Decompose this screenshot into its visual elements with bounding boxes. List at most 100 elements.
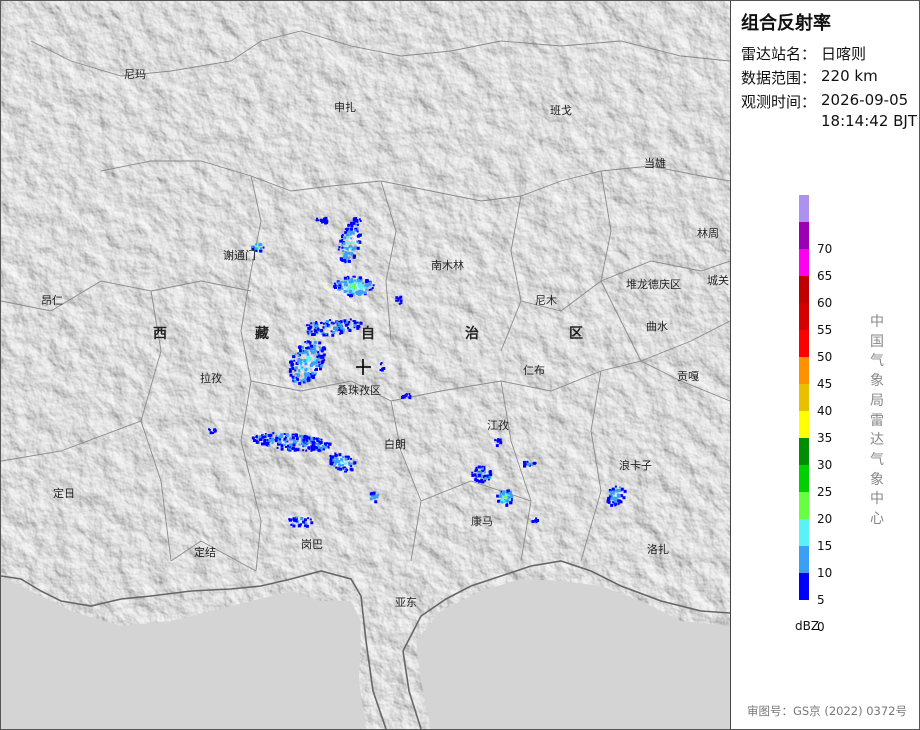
echo-pixel (262, 246, 265, 249)
echo-pixel (352, 255, 356, 259)
echo-pixel (523, 460, 526, 464)
echo-pixel (295, 373, 298, 376)
echo-pixel (342, 255, 346, 259)
echo-pixel (344, 261, 347, 264)
echo-pixel (319, 442, 322, 445)
echo-pixel (474, 470, 477, 473)
echo-pixel (495, 444, 499, 448)
echo-pixel (502, 499, 505, 502)
echo-pixel (342, 281, 345, 284)
echo-pixel (315, 364, 319, 368)
echo-pixel (358, 289, 362, 293)
echo-pixel (354, 229, 357, 232)
echo-pixel (352, 231, 355, 234)
echo-pixel (315, 219, 318, 222)
echo-pixel (334, 459, 338, 463)
echo-pixel (315, 437, 318, 440)
echo-pixel (321, 346, 325, 350)
echo-pixel (363, 291, 367, 295)
region-label-char: 西 (153, 326, 167, 342)
echo-pixel (330, 462, 334, 466)
echo-pixel (509, 493, 512, 496)
echo-pixel (261, 435, 265, 439)
echo-pixel (482, 467, 484, 470)
echo-pixel (369, 497, 373, 501)
echo-pixel (347, 326, 349, 329)
echo-pixel (297, 361, 300, 364)
echo-pixel (307, 376, 311, 380)
echo-pixel (299, 349, 302, 353)
echo-pixel (616, 496, 619, 499)
echo-pixel (208, 428, 210, 431)
echo-pixel (370, 492, 373, 494)
echo-pixel (294, 366, 298, 370)
echo-pixel (289, 437, 293, 441)
echo-pixel (343, 246, 346, 249)
echo-pixel (313, 344, 316, 347)
echo-pixel (346, 320, 349, 323)
echo-pixel (338, 463, 341, 466)
map-canvas: 尼玛申扎 班戈当雄林周谢通门南木林昂仁 尼木 堆龙德庆区 城关区曲水拉孜桑珠孜区 仁布 贡嘎… (1, 1, 730, 729)
echo-pixel (263, 439, 267, 442)
place-label: 浪卡子 (619, 458, 652, 472)
echo-pixel (296, 440, 299, 442)
echo-pixel (338, 453, 342, 457)
echo-pixel (288, 369, 292, 373)
echo-pixel (324, 325, 327, 328)
echo-pixel (333, 282, 336, 285)
legend-swatch (799, 303, 809, 330)
echo-pixel (365, 288, 368, 291)
echo-pixel (534, 462, 537, 465)
echo-pixel (347, 236, 350, 239)
legend-swatch (799, 546, 809, 573)
product-title: 组合反射率 (741, 13, 831, 34)
echo-pixel (258, 435, 262, 439)
echo-pixel (338, 288, 341, 291)
echo-pixel (341, 238, 344, 241)
legend-tick-label: 25 (817, 485, 833, 499)
echo-pixel (374, 496, 377, 499)
echo-pixel (289, 368, 292, 371)
echo-pixel (322, 445, 325, 449)
echo-pixel (331, 333, 335, 337)
echo-pixel (614, 485, 617, 488)
echo-pixel (483, 471, 486, 474)
echo-pixel (329, 459, 333, 463)
echo-pixel (313, 363, 316, 366)
echo-pixel (361, 290, 364, 293)
radar-map[interactable]: 尼玛申扎 班戈当雄林周谢通门南木林昂仁 尼木 堆龙德庆区 城关区曲水拉孜桑珠孜区 仁布 贡嘎… (1, 1, 730, 729)
echo-pixel (617, 489, 621, 492)
echo-pixel (324, 220, 328, 224)
echo-pixel (209, 431, 213, 435)
legend-swatch (799, 465, 809, 492)
place-label: 仁布 (523, 364, 545, 377)
echo-pixel (345, 247, 349, 251)
echo-pixel (350, 227, 353, 231)
echo-pixel (352, 247, 356, 251)
echo-pixel (481, 480, 485, 484)
echo-pixel (508, 496, 511, 499)
legend-swatch (799, 195, 809, 222)
echo-pixel (323, 217, 326, 221)
echo-pixel (338, 246, 341, 249)
echo-pixel (344, 285, 346, 288)
echo-pixel (354, 286, 357, 289)
echo-pixel (323, 359, 326, 362)
echo-pixel (609, 493, 612, 496)
echo-pixel (293, 379, 297, 383)
echo-pixel (259, 249, 263, 253)
time-label: 观测时间： (741, 93, 817, 111)
echo-pixel (297, 373, 301, 377)
station-label: 雷达站名： (741, 45, 817, 63)
echo-pixel (340, 326, 344, 330)
echo-pixel (304, 362, 308, 366)
echo-pixel (270, 438, 274, 442)
echo-pixel (477, 473, 481, 477)
echo-pixel (347, 294, 350, 296)
echo-pixel (350, 221, 353, 224)
echo-pixel (342, 250, 345, 252)
echo-pixel (398, 297, 401, 300)
echo-pixel (344, 251, 347, 254)
echo-pixel (328, 442, 331, 445)
echo-pixel (284, 446, 287, 448)
